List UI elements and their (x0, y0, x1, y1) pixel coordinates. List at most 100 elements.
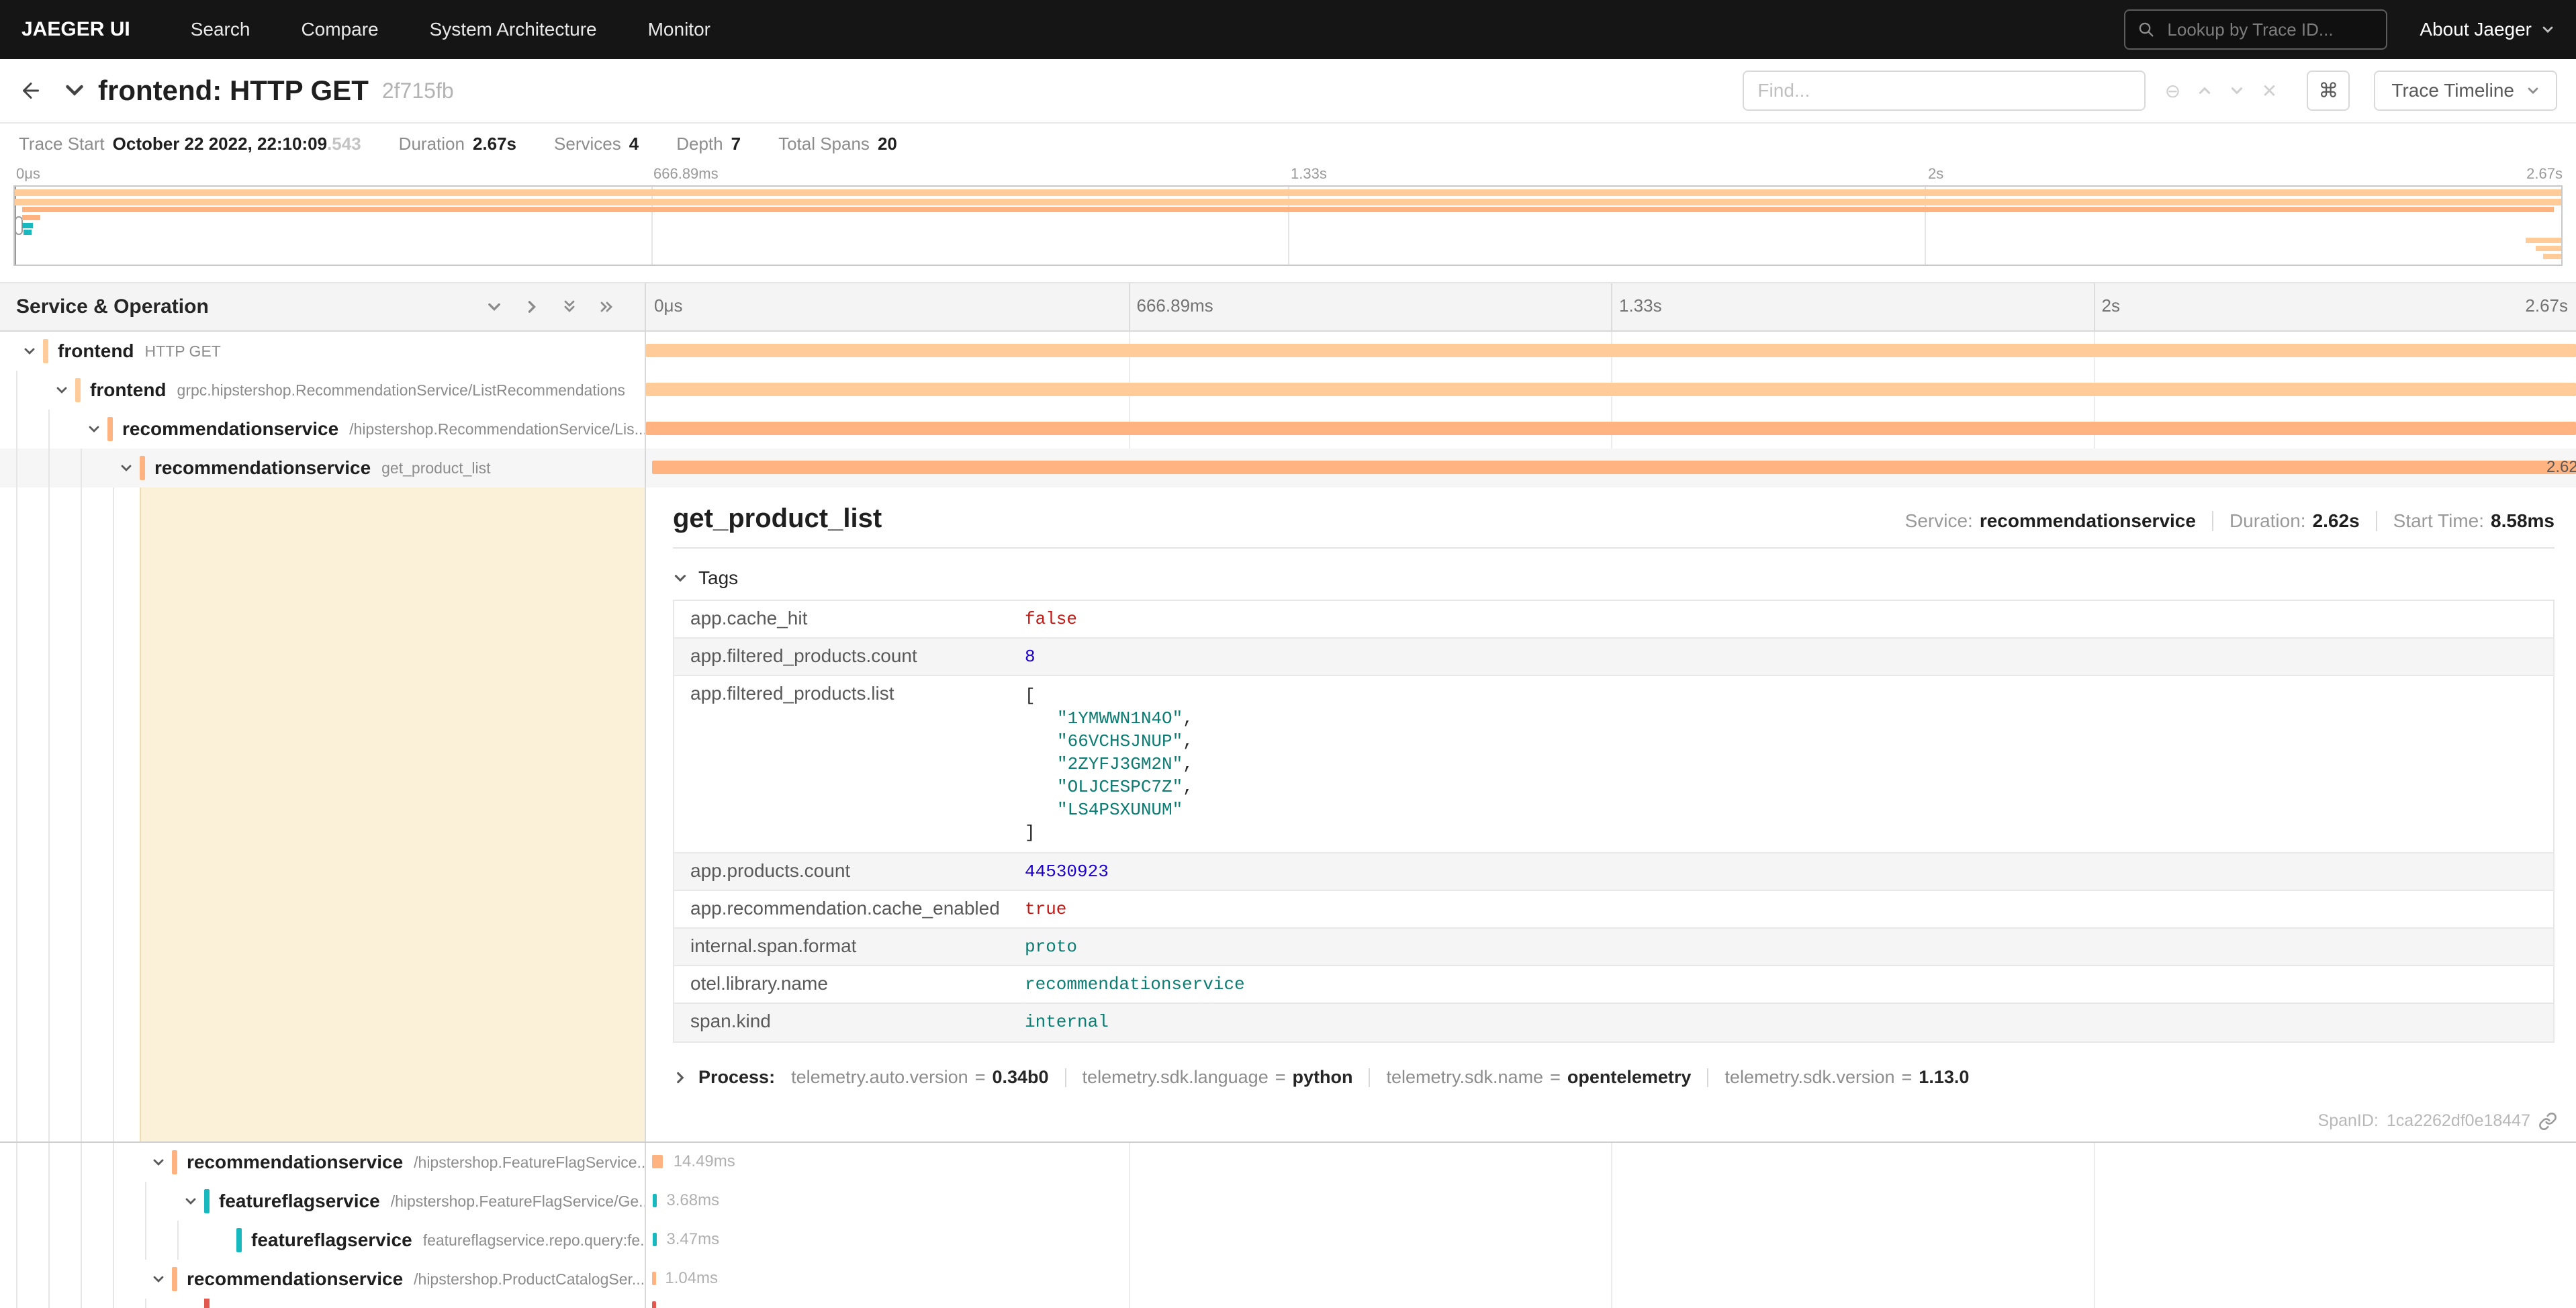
summary-label: Trace Start (19, 134, 105, 154)
span-bar-cell[interactable]: 3.68ms (646, 1182, 2576, 1221)
tags-accordion-toggle[interactable]: Tags (673, 567, 2555, 589)
span-name-cell[interactable]: featureflagservicefeatureflagservice.rep… (0, 1221, 646, 1260)
collapse-all-icon[interactable] (599, 299, 615, 315)
tag-row[interactable]: app.cache_hitfalse (674, 601, 2553, 639)
process-accordion[interactable]: Process: telemetry.auto.version=0.34b0te… (673, 1067, 2555, 1088)
span-row[interactable]: recommendationservice/hipstershop.Produc… (0, 1260, 2576, 1299)
trace-id-search[interactable] (2124, 9, 2387, 50)
process-key: telemetry.sdk.language (1083, 1067, 1269, 1088)
trace-minimap[interactable] (13, 185, 2563, 266)
span-row[interactable]: recommendationservice/hipstershop.Recomm… (0, 410, 2576, 449)
span-caret-icon[interactable] (81, 422, 107, 436)
span-caret-icon[interactable] (145, 1156, 172, 1169)
span-duration-bar[interactable] (646, 422, 2576, 435)
span-duration-label: 14.49ms (674, 1152, 735, 1171)
tree-guide (113, 1260, 145, 1299)
span-duration-bar[interactable] (652, 1155, 663, 1168)
expand-one-icon[interactable] (486, 299, 502, 315)
find-input[interactable] (1743, 71, 2146, 111)
span-row[interactable]: featureflagservice/hipstershop.FeatureFl… (0, 1182, 2576, 1221)
span-name-cell[interactable]: featureflagservice/hipstershop.FeatureFl… (0, 1182, 646, 1221)
span-name-cell[interactable]: recommendationservice/hipstershop.Featur… (0, 1143, 646, 1182)
app-logo[interactable]: JAEGER UI (21, 18, 130, 41)
span-caret-icon[interactable] (16, 344, 43, 358)
span-duration-label: 1.04ms (665, 1269, 718, 1288)
span-bar-cell[interactable]: 1.04ms (646, 1260, 2576, 1299)
span-duration-bar[interactable] (652, 461, 2576, 474)
tag-row[interactable]: app.recommendation.cache_enabledtrue (674, 891, 2553, 929)
collapse-one-icon[interactable] (524, 299, 540, 315)
nav-item-compare[interactable]: Compare (275, 0, 404, 59)
nav-item-monitor[interactable]: Monitor (623, 0, 736, 59)
tag-value: proto (1011, 929, 2553, 965)
operation-name: /hipstershop.RecommendationService/Lis..… (349, 420, 645, 438)
expand-all-icon[interactable] (561, 299, 578, 315)
span-row[interactable]: recommendationserviceget_product_list2.6… (0, 449, 2576, 487)
span-bar-cell[interactable]: 3.47ms (646, 1221, 2576, 1260)
ruler-tick-label: 1.33s (1619, 295, 1662, 316)
view-selector-label: Trace Timeline (2391, 80, 2514, 101)
span-row[interactable]: recommendationservice/hipstershop.Featur… (0, 1143, 2576, 1182)
ruler-tick (1611, 283, 1612, 330)
span-bar-cell[interactable]: 14.49ms (646, 1143, 2576, 1182)
about-jaeger-menu[interactable]: About Jaeger (2420, 19, 2555, 40)
tag-key: span.kind (674, 1004, 1011, 1039)
json-string: "OLJCESPC7Z" (1057, 777, 1183, 797)
back-arrow-icon[interactable] (19, 79, 43, 103)
partial-span-row[interactable] (0, 1299, 2576, 1308)
keyboard-shortcuts-button[interactable]: ⌘ (2307, 71, 2350, 111)
span-detail-meta: Service:recommendationserviceDuration:2.… (1905, 510, 2555, 532)
summary-value: 4 (629, 134, 639, 154)
tag-row[interactable]: span.kindinternal (674, 1004, 2553, 1041)
close-icon[interactable]: ✕ (2256, 75, 2283, 107)
tag-row[interactable]: otel.library.namerecommendationservice (674, 966, 2553, 1004)
tag-row[interactable]: app.filtered_products.count8 (674, 639, 2553, 676)
span-bar-cell[interactable] (646, 410, 2576, 449)
span-row[interactable]: featureflagservicefeatureflagservice.rep… (0, 1221, 2576, 1260)
span-caret-icon[interactable] (48, 383, 75, 397)
span-name-cell[interactable]: frontendgrpc.hipstershop.RecommendationS… (0, 371, 646, 410)
span-name-cell[interactable]: frontendHTTP GET (0, 332, 646, 371)
link-icon[interactable] (2538, 1112, 2557, 1131)
meta-value: 2.62s (2313, 510, 2360, 532)
span-duration-bar[interactable] (653, 1194, 657, 1207)
span-duration-bar[interactable] (652, 1272, 656, 1285)
span-row[interactable]: frontendgrpc.hipstershop.RecommendationS… (0, 371, 2576, 410)
span-duration-bar[interactable] (646, 344, 2576, 357)
circle-minus-icon[interactable]: ⊖ (2159, 75, 2186, 107)
minimap-tick-label: 0μs (16, 165, 40, 183)
span-caret-icon[interactable] (177, 1195, 204, 1208)
span-row[interactable]: frontendHTTP GET (0, 332, 2576, 371)
chevron-down-icon[interactable] (2223, 75, 2250, 107)
span-duration-bar[interactable] (653, 1233, 657, 1246)
tag-row[interactable]: app.products.count44530923 (674, 853, 2553, 891)
span-caret-icon[interactable] (113, 461, 140, 475)
nav-item-search[interactable]: Search (165, 0, 276, 59)
collapse-trace-header-icon[interactable] (64, 81, 85, 101)
span-duration-bar[interactable] (646, 383, 2576, 396)
span-name-cell[interactable]: recommendationserviceget_product_list (0, 449, 646, 487)
json-list-item: "2ZYFJ3GM2N", (1025, 753, 2540, 776)
span-bar-cell[interactable] (646, 371, 2576, 410)
tag-row[interactable]: app.filtered_products.list["1YMWWN1N4O",… (674, 676, 2553, 853)
ruler-tick (1129, 283, 1130, 330)
span-bar-cell[interactable] (646, 332, 2576, 371)
span-duration-label: 3.47ms (666, 1230, 719, 1249)
tree-guide (16, 410, 48, 449)
span-name-cell[interactable]: recommendationservice/hipstershop.Recomm… (0, 410, 646, 449)
trace-id-input[interactable] (2164, 18, 2374, 42)
span-name-cell[interactable]: recommendationservice/hipstershop.Produc… (0, 1260, 646, 1299)
summary-label: Services (554, 134, 621, 154)
timeline-body: frontendHTTP GETfrontendgrpc.hipstershop… (0, 332, 2576, 1308)
view-selector-button[interactable]: Trace Timeline (2374, 71, 2557, 111)
nav-item-system-architecture[interactable]: System Architecture (404, 0, 623, 59)
operation-name: /hipstershop.FeatureFlagService/Ge... (391, 1193, 645, 1211)
span-bar-cell[interactable]: 2.62s (646, 449, 2576, 487)
tag-row[interactable]: internal.span.formatproto (674, 929, 2553, 966)
chevron-up-icon[interactable] (2191, 75, 2218, 107)
ruler-tick-label: 666.89ms (1137, 295, 1213, 316)
about-jaeger-label: About Jaeger (2420, 19, 2532, 40)
span-caret-icon[interactable] (145, 1272, 172, 1286)
json-comma: , (1183, 754, 1193, 774)
span-bar-cell (646, 1299, 2576, 1308)
